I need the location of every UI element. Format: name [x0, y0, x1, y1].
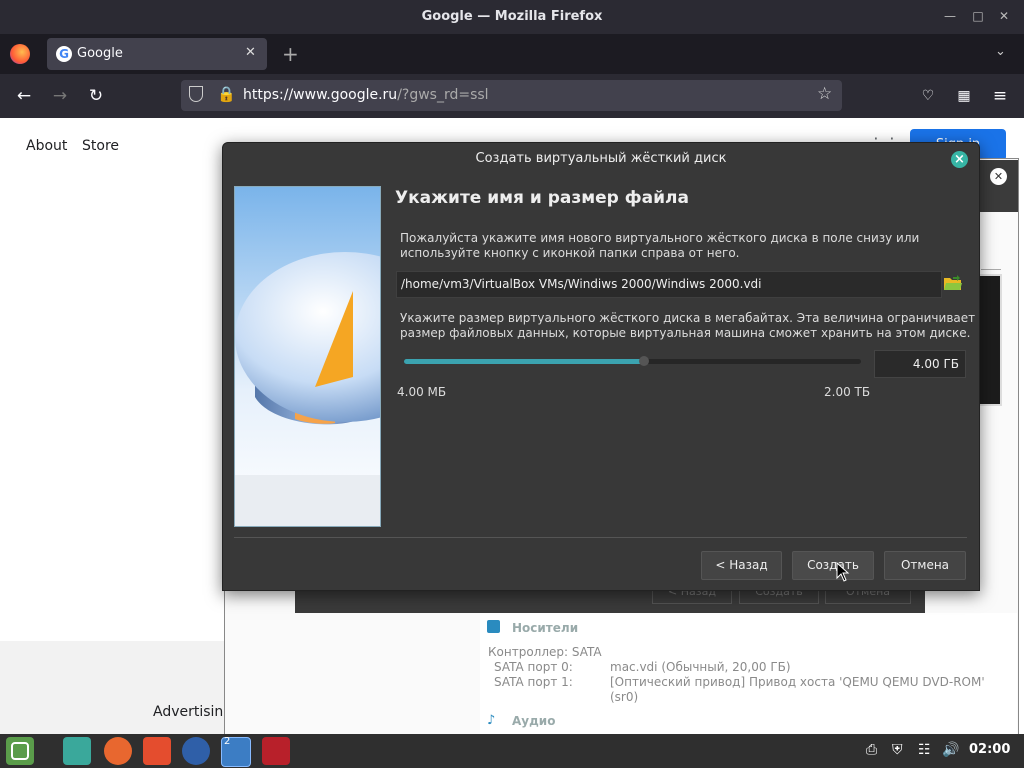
- window-title: Google — Mozilla Firefox: [421, 9, 603, 24]
- close-icon[interactable]: ✕: [996, 8, 1012, 24]
- google-about-link[interactable]: About: [26, 138, 67, 154]
- vm-details-panel: Носители Контроллер: SATA SATA порт 0: m…: [480, 613, 1017, 734]
- url-text: https://www.google.ru/?gws_rd=ssl: [243, 87, 489, 103]
- size-instruction-line1: Укажите размер виртуального жёсткого дис…: [400, 311, 976, 325]
- disk-path-input[interactable]: /home/vm3/VirtualBox VMs/Windiws 2000/Wi…: [396, 271, 942, 298]
- audio-header: Аудио: [512, 714, 556, 728]
- wizard-banner-image: [234, 186, 381, 527]
- virtualbox-taskbar-icon[interactable]: 2: [221, 736, 251, 767]
- audio-icon: ♪: [487, 713, 496, 728]
- file-manager-icon[interactable]: [63, 737, 91, 765]
- menu-hamburger-icon[interactable]: ≡: [988, 84, 1012, 108]
- vbox-close-icon[interactable]: ✕: [990, 168, 1007, 185]
- sata-port-1-value: [Оптический привод] Привод хоста 'QEMU Q…: [610, 675, 985, 704]
- size-instruction-line2: размер файловых данных, которые виртуаль…: [400, 326, 971, 340]
- sata-port-1-label: SATA порт 1:: [494, 675, 573, 689]
- cancel-button[interactable]: Отмена: [884, 551, 966, 580]
- sata-port-0-value: mac.vdi (Обычный, 20,00 ГБ): [610, 660, 791, 674]
- reload-icon[interactable]: ↻: [84, 84, 108, 108]
- tab-google[interactable]: G Google ✕: [47, 38, 267, 70]
- divider: [981, 269, 1001, 270]
- url-bar[interactable]: 🔒 https://www.google.ru/?gws_rd=ssl ☆: [181, 80, 842, 111]
- google-favicon-icon: G: [56, 46, 72, 62]
- size-slider-fill: [404, 359, 642, 364]
- taskbar: 2 ⎙ ⛨ ☷ 🔊 02:00: [0, 734, 1024, 768]
- choose-file-folder-button[interactable]: [943, 274, 965, 296]
- size-slider[interactable]: [404, 356, 861, 366]
- bookmark-star-icon[interactable]: ☆: [817, 84, 832, 104]
- url-path: /?gws_rd=ssl: [397, 87, 489, 103]
- button-separator: [234, 537, 967, 538]
- browser-globe-icon[interactable]: [182, 737, 210, 765]
- forward-arrow-icon[interactable]: →: [48, 84, 72, 108]
- lock-icon[interactable]: 🔒: [217, 85, 236, 103]
- storage-header: Носители: [512, 621, 579, 635]
- dialog-title: Создать виртуальный жёсткий диск: [475, 151, 727, 166]
- controller-label: Контроллер: SATA: [488, 645, 602, 659]
- mint-menu-icon[interactable]: [6, 737, 34, 765]
- name-instruction-line2: используйте кнопку с иконкой папки справ…: [400, 246, 740, 260]
- firefox-taskbar-icon[interactable]: [104, 737, 132, 765]
- hard-disk-illustration-icon: [235, 187, 380, 526]
- volume-icon[interactable]: 🔊: [942, 742, 959, 758]
- list-tabs-chevron-down-icon[interactable]: ⌄: [995, 44, 1006, 59]
- new-tab-button[interactable]: +: [282, 42, 299, 66]
- app-red-hexagon-icon[interactable]: [262, 737, 290, 765]
- dialog-close-icon[interactable]: ×: [951, 151, 968, 168]
- storage-icon: [487, 620, 500, 633]
- google-footer: [0, 641, 224, 734]
- name-instruction-line1: Пожалуйста укажите имя нового виртуально…: [400, 231, 920, 245]
- max-size-label: 2.00 ТБ: [824, 385, 871, 399]
- dialog-heading: Укажите имя и размер файла: [395, 188, 689, 208]
- workspace-badge: 2: [224, 736, 231, 747]
- create-button[interactable]: Создать: [792, 551, 874, 580]
- back-arrow-icon[interactable]: ←: [12, 84, 36, 108]
- pocket-icon[interactable]: ♡: [916, 84, 940, 108]
- tab-close-icon[interactable]: ✕: [245, 45, 256, 60]
- firefox-icon[interactable]: [10, 44, 30, 64]
- mouse-cursor-icon: [836, 561, 850, 586]
- clipboard-icon[interactable]: ⎙: [866, 742, 877, 758]
- network-icon[interactable]: ☷: [918, 742, 931, 758]
- tab-title: Google: [77, 46, 123, 61]
- folder-icon: [944, 275, 962, 290]
- maximize-icon[interactable]: □: [970, 8, 986, 24]
- google-store-link[interactable]: Store: [82, 138, 119, 154]
- create-virtual-disk-dialog: Создать виртуальный жёсткий диск × Укажи…: [222, 142, 980, 591]
- gimp-icon[interactable]: [143, 737, 171, 765]
- shield-icon[interactable]: [189, 86, 203, 102]
- back-button[interactable]: < Назад: [701, 551, 782, 580]
- url-host: https://www.google.ru: [243, 87, 398, 103]
- advertising-link[interactable]: Advertising: [153, 704, 232, 720]
- vbox-window-header: ✕: [978, 160, 1018, 212]
- minimize-icon[interactable]: —: [942, 8, 958, 24]
- extensions-icon[interactable]: ▦: [952, 84, 976, 108]
- size-input[interactable]: 4.00 ГБ: [874, 350, 966, 378]
- clock[interactable]: 02:00: [969, 742, 1010, 757]
- sata-port-0-label: SATA порт 0:: [494, 660, 573, 674]
- size-slider-handle[interactable]: [638, 356, 649, 366]
- window-titlebar: Google — Mozilla Firefox — □ ✕: [0, 0, 1024, 34]
- shield-tray-icon[interactable]: ⛨: [892, 742, 903, 758]
- vm-preview: [980, 274, 1002, 406]
- size-value: 4.00 ГБ: [912, 357, 959, 371]
- min-size-label: 4.00 МБ: [397, 385, 447, 399]
